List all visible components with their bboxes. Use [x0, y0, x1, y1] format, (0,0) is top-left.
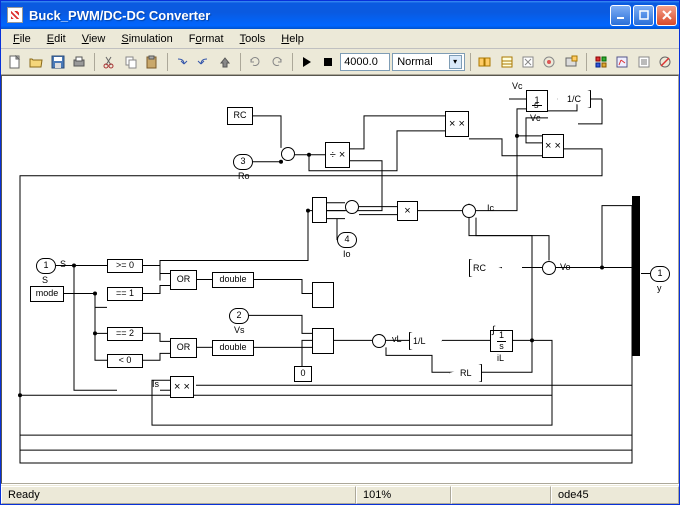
status-blank — [451, 486, 551, 504]
mux-block[interactable] — [632, 196, 640, 356]
inport-ro-label: Ro — [238, 171, 250, 181]
compare-lt0[interactable]: < 0 — [107, 354, 143, 368]
status-ready: Ready — [1, 486, 356, 504]
outport-y-label: y — [657, 283, 662, 293]
undo-button[interactable] — [173, 51, 192, 73]
toolbar: Normal ▾ — [1, 49, 679, 75]
app-icon — [7, 7, 23, 23]
gain-1c-label: 1/C — [567, 94, 581, 104]
new-button[interactable] — [5, 51, 24, 73]
inport-io-label: Io — [343, 249, 351, 259]
app-window: Buck_PWM/DC-DC Converter File Edit View … — [0, 0, 680, 505]
compare-eq1[interactable]: == 1 — [107, 287, 143, 301]
gain-rl-label: RL — [460, 368, 472, 378]
const-rc-block[interactable]: RC — [227, 107, 253, 125]
compare-eq2[interactable]: == 2 — [107, 327, 143, 341]
inport-vs-label: Vs — [234, 325, 245, 335]
menu-view[interactable]: View — [74, 31, 114, 47]
product-block-2[interactable]: × × — [542, 134, 564, 158]
paste-button[interactable] — [142, 51, 161, 73]
copy-button[interactable] — [121, 51, 140, 73]
double-block-1[interactable]: double — [212, 272, 254, 288]
menu-edit[interactable]: Edit — [39, 31, 74, 47]
ic-label: Ic — [487, 203, 494, 213]
wires-layer — [2, 76, 678, 483]
vc-label: Vc — [530, 113, 541, 123]
product-is[interactable]: × × — [170, 376, 194, 398]
const-zero[interactable]: 0 — [294, 366, 312, 382]
signal-s-label: S — [60, 259, 66, 269]
il-label: iL — [497, 353, 504, 363]
tb-icon-4[interactable] — [540, 51, 559, 73]
minimize-button[interactable] — [610, 5, 631, 26]
tb-icon-1[interactable] — [475, 51, 494, 73]
menubar: File Edit View Simulation Format Tools H… — [1, 29, 679, 49]
save-button[interactable] — [48, 51, 67, 73]
or-block-1[interactable]: OR — [170, 270, 197, 290]
inport-mode[interactable]: mode — [30, 286, 64, 302]
tb-icon-5[interactable] — [561, 51, 580, 73]
tb-icon-8[interactable] — [634, 51, 653, 73]
switch-block-1[interactable] — [312, 197, 327, 223]
gain-1l-label: 1/L — [413, 336, 426, 346]
sum-vl[interactable] — [372, 334, 386, 348]
sum-block-top[interactable] — [281, 147, 295, 161]
tb-icon-7[interactable] — [613, 51, 632, 73]
tb-icon-3[interactable] — [518, 51, 537, 73]
titlebar: Buck_PWM/DC-DC Converter — [1, 1, 679, 29]
sim-mode-value: Normal — [397, 56, 432, 68]
integral-symbol: ∫ — [492, 325, 495, 336]
refresh-button[interactable] — [246, 51, 265, 73]
play-button[interactable] — [297, 51, 316, 73]
inport-vs[interactable]: 2 — [229, 308, 249, 324]
tb-icon-2[interactable] — [497, 51, 516, 73]
integrator-vc-denom: s — [534, 100, 539, 110]
status-zoom: 101% — [356, 486, 451, 504]
vo-label: Vo — [560, 262, 571, 272]
nav-up-button[interactable] — [215, 51, 234, 73]
statusbar: Ready 101% ode45 — [1, 484, 679, 504]
inport-s[interactable]: 1 — [36, 258, 56, 274]
inport-ro[interactable]: 3 — [233, 154, 253, 170]
dropdown-arrow-icon: ▾ — [449, 55, 462, 69]
simulation-mode-select[interactable]: Normal ▾ — [392, 53, 464, 71]
menu-simulation[interactable]: Simulation — [113, 31, 180, 47]
stop-time-input[interactable] — [340, 53, 390, 71]
switch-block-2[interactable] — [312, 282, 334, 308]
maximize-button[interactable] — [633, 5, 654, 26]
model-canvas[interactable]: RC 3 Ro ÷ × × × × × 1 s Vc Vc 1/C Ic × 4… — [1, 75, 679, 484]
cut-button[interactable] — [100, 51, 119, 73]
tb-icon-6[interactable] — [591, 51, 610, 73]
tb-icon-9[interactable] — [656, 51, 675, 73]
divide-block[interactable]: ÷ × — [325, 142, 350, 168]
menu-format[interactable]: Format — [181, 31, 232, 47]
menu-tools[interactable]: Tools — [232, 31, 274, 47]
close-button[interactable] — [656, 5, 677, 26]
switch-block-3[interactable] — [312, 328, 334, 354]
compare-ge0[interactable]: >= 0 — [107, 259, 143, 273]
outport-y[interactable]: 1 — [650, 266, 670, 282]
redo-button[interactable] — [194, 51, 213, 73]
sum-vo[interactable] — [542, 261, 556, 275]
print-button[interactable] — [69, 51, 88, 73]
menu-help[interactable]: Help — [273, 31, 312, 47]
product-mid[interactable]: × — [397, 201, 418, 221]
vc-top-label: Vc — [512, 81, 523, 91]
vl-label: vL — [392, 334, 402, 344]
or-block-2[interactable]: OR — [170, 338, 197, 358]
status-solver: ode45 — [551, 486, 679, 504]
window-title: Buck_PWM/DC-DC Converter — [29, 8, 610, 23]
product-block-1[interactable]: × × — [445, 111, 469, 137]
open-button[interactable] — [26, 51, 45, 73]
inport-s-label: S — [42, 275, 48, 285]
stop-button[interactable] — [319, 51, 338, 73]
double-block-2[interactable]: double — [212, 340, 254, 356]
gain-rc-label: RC — [473, 263, 486, 273]
sum-mid[interactable] — [345, 200, 359, 214]
find-button[interactable] — [267, 51, 286, 73]
inport-io[interactable]: 4 — [337, 232, 357, 248]
sum-ic[interactable] — [462, 204, 476, 218]
menu-file[interactable]: File — [5, 31, 39, 47]
is-label: Is — [152, 379, 159, 389]
